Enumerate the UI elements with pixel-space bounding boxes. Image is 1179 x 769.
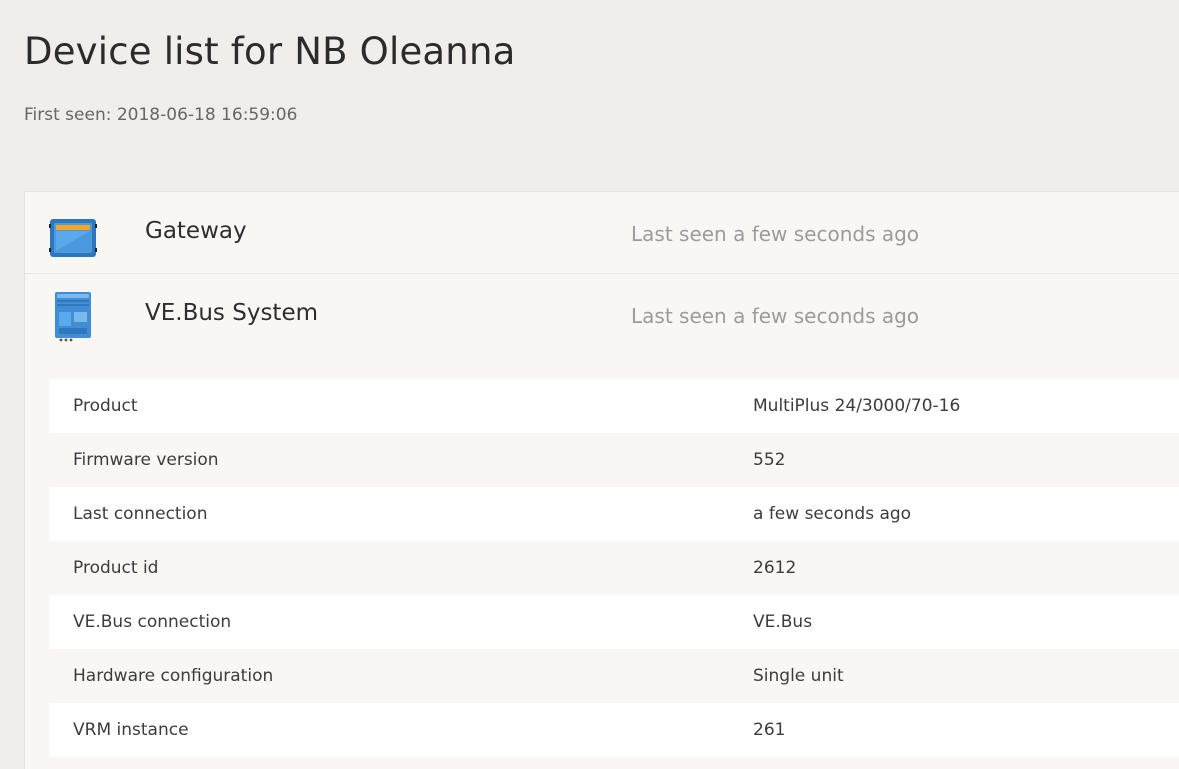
- detail-row-vebus-connection: VE.Bus connection VE.Bus: [49, 595, 1179, 649]
- device-last-seen: Last seen a few seconds ago: [631, 222, 920, 246]
- page-title: Device list for NB Oleanna: [24, 30, 516, 73]
- device-name: VE.Bus System: [145, 300, 318, 326]
- detail-row-product-id: Product id 2612: [49, 541, 1179, 595]
- detail-label: Last connection: [73, 504, 208, 524]
- detail-label: Product id: [73, 558, 159, 578]
- device-details-table: Product MultiPlus 24/3000/70-16 Firmware…: [49, 379, 1179, 757]
- detail-value: VE.Bus: [753, 612, 813, 632]
- detail-row-firmware-version: Firmware version 552: [49, 433, 1179, 487]
- device-name: Gateway: [145, 218, 247, 244]
- device-row-gateway[interactable]: Gateway Last seen a few seconds ago: [25, 192, 1179, 274]
- detail-row-hardware-configuration: Hardware configuration Single unit: [49, 649, 1179, 703]
- first-seen-text: First seen: 2018-06-18 16:59:06: [24, 105, 298, 125]
- device-last-seen: Last seen a few seconds ago: [631, 304, 920, 328]
- detail-value: 552: [753, 450, 786, 470]
- detail-value: 261: [753, 720, 786, 740]
- detail-label: Hardware configuration: [73, 666, 274, 686]
- detail-label: Product: [73, 396, 138, 416]
- detail-label: VE.Bus connection: [73, 612, 232, 632]
- detail-row-product: Product MultiPlus 24/3000/70-16: [49, 379, 1179, 433]
- detail-value: Single unit: [753, 666, 844, 686]
- detail-row-last-connection: Last connection a few seconds ago: [49, 487, 1179, 541]
- device-list-page: Device list for NB Oleanna First seen: 2…: [0, 0, 1179, 769]
- detail-value: 2612: [753, 558, 797, 578]
- detail-value: a few seconds ago: [753, 504, 912, 524]
- detail-label: Firmware version: [73, 450, 219, 470]
- multiplus-inverter-icon: [49, 290, 97, 342]
- detail-value: MultiPlus 24/3000/70-16: [753, 396, 961, 416]
- gateway-device-icon: [49, 214, 97, 262]
- device-list-panel: Gateway Last seen a few seconds ago VE.B…: [24, 191, 1179, 769]
- detail-label: VRM instance: [73, 720, 189, 740]
- detail-row-vrm-instance: VRM instance 261: [49, 703, 1179, 757]
- device-row-vebus-system[interactable]: VE.Bus System Last seen a few seconds ag…: [25, 274, 1179, 356]
